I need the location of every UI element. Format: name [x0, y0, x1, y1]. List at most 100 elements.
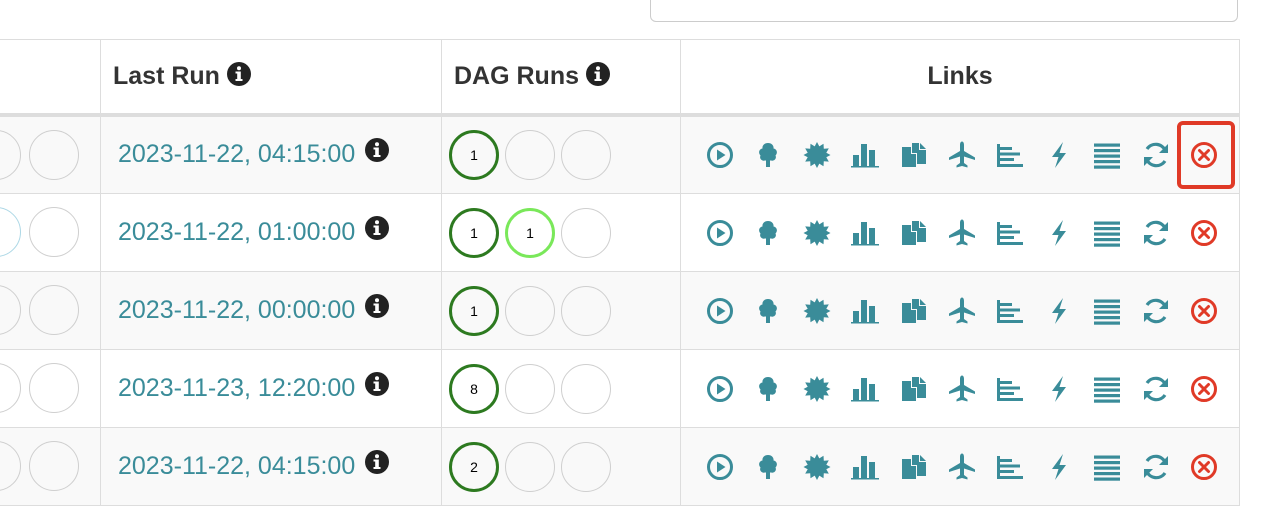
logs-icon[interactable]	[1092, 218, 1122, 248]
task-state-circle[interactable]	[0, 285, 21, 335]
landing-times-icon[interactable]	[947, 374, 977, 404]
delete-icon[interactable]	[1189, 374, 1219, 404]
dag-run-circle-none[interactable]	[561, 129, 611, 180]
gantt-icon[interactable]	[995, 140, 1025, 170]
info-icon[interactable]	[585, 61, 611, 87]
task-tries-icon[interactable]	[899, 218, 929, 248]
code-icon[interactable]	[1044, 374, 1074, 404]
graph-view-icon[interactable]	[802, 218, 832, 248]
logs-icon[interactable]	[1092, 374, 1122, 404]
refresh-icon[interactable]	[1141, 296, 1171, 326]
search-input[interactable]	[650, 0, 1238, 22]
code-icon[interactable]	[1044, 452, 1074, 482]
duration-chart-icon[interactable]	[850, 374, 880, 404]
gantt-icon[interactable]	[995, 218, 1025, 248]
last-run-cell: 2023-11-22, 04:15:00	[100, 114, 442, 194]
task-state-circle[interactable]	[0, 207, 21, 257]
tree-view-icon[interactable]	[753, 296, 783, 326]
task-state-circle[interactable]	[29, 441, 79, 491]
logs-icon[interactable]	[1092, 452, 1122, 482]
gantt-icon[interactable]	[995, 452, 1025, 482]
duration-chart-icon[interactable]	[850, 140, 880, 170]
duration-chart-icon[interactable]	[850, 296, 880, 326]
refresh-icon[interactable]	[1141, 374, 1171, 404]
tree-view-icon[interactable]	[753, 452, 783, 482]
header-dag-runs[interactable]: DAG Runs	[441, 39, 681, 117]
delete-icon[interactable]	[1176, 120, 1235, 189]
info-icon[interactable]	[364, 371, 390, 397]
table-row: 2023-11-23, 12:20:00 8	[0, 349, 1240, 428]
dag-run-circle-success[interactable]: 1	[449, 285, 499, 336]
delete-icon[interactable]	[1189, 452, 1219, 482]
header-dag-runs-label: DAG Runs	[454, 61, 579, 90]
graph-view-icon[interactable]	[802, 452, 832, 482]
dag-run-circle-none[interactable]	[561, 363, 611, 414]
delete-icon[interactable]	[1189, 296, 1219, 326]
dag-run-circle-none[interactable]	[561, 207, 611, 258]
info-icon[interactable]	[364, 449, 390, 475]
landing-times-icon[interactable]	[947, 452, 977, 482]
logs-icon[interactable]	[1092, 140, 1122, 170]
duration-chart-icon[interactable]	[850, 218, 880, 248]
task-state-circle[interactable]	[0, 441, 21, 491]
dag-run-circle-running[interactable]: 1	[505, 207, 555, 258]
last-run-link[interactable]: 2023-11-22, 04:15:00	[118, 452, 355, 480]
info-icon[interactable]	[364, 215, 390, 241]
info-icon[interactable]	[226, 61, 252, 87]
code-icon[interactable]	[1044, 218, 1074, 248]
task-tries-icon[interactable]	[899, 296, 929, 326]
tree-view-icon[interactable]	[753, 374, 783, 404]
code-icon[interactable]	[1044, 296, 1074, 326]
task-state-circle[interactable]	[0, 363, 21, 413]
graph-view-icon[interactable]	[802, 296, 832, 326]
last-run-link[interactable]: 2023-11-22, 04:15:00	[118, 140, 355, 168]
tree-view-icon[interactable]	[753, 140, 783, 170]
gantt-icon[interactable]	[995, 374, 1025, 404]
graph-view-icon[interactable]	[802, 140, 832, 170]
task-state-circle[interactable]	[29, 285, 79, 335]
dag-run-circle-none[interactable]	[561, 285, 611, 336]
last-run-link[interactable]: 2023-11-22, 00:00:00	[118, 296, 355, 324]
trigger-dag-icon[interactable]	[705, 452, 735, 482]
refresh-icon[interactable]	[1141, 452, 1171, 482]
landing-times-icon[interactable]	[947, 296, 977, 326]
delete-icon[interactable]	[1189, 218, 1219, 248]
task-tries-icon[interactable]	[899, 452, 929, 482]
dag-run-circle-none[interactable]	[505, 363, 555, 414]
info-icon[interactable]	[364, 293, 390, 319]
gantt-icon[interactable]	[995, 296, 1025, 326]
dag-run-circle-none[interactable]	[561, 441, 611, 492]
dag-run-circle-none[interactable]	[505, 441, 555, 492]
duration-chart-icon[interactable]	[850, 452, 880, 482]
last-run-link[interactable]: 2023-11-22, 01:00:00	[118, 218, 355, 246]
recent-tasks-cell	[0, 114, 101, 194]
logs-icon[interactable]	[1092, 296, 1122, 326]
info-icon[interactable]	[364, 137, 390, 163]
trigger-dag-icon[interactable]	[705, 218, 735, 248]
dag-run-circle-none[interactable]	[505, 285, 555, 336]
task-state-circle[interactable]	[29, 363, 79, 413]
task-tries-icon[interactable]	[899, 140, 929, 170]
refresh-icon[interactable]	[1141, 140, 1171, 170]
landing-times-icon[interactable]	[947, 140, 977, 170]
task-state-circle[interactable]	[29, 207, 79, 257]
trigger-dag-icon[interactable]	[705, 296, 735, 326]
task-state-circle[interactable]	[29, 129, 79, 180]
dag-run-circle-success[interactable]: 1	[449, 129, 499, 180]
graph-view-icon[interactable]	[802, 374, 832, 404]
tree-view-icon[interactable]	[753, 218, 783, 248]
dag-run-circle-success[interactable]: 1	[449, 207, 499, 258]
dag-runs-cell: 11	[441, 193, 681, 272]
trigger-dag-icon[interactable]	[705, 140, 735, 170]
refresh-icon[interactable]	[1141, 218, 1171, 248]
task-state-circle[interactable]	[0, 129, 21, 180]
task-tries-icon[interactable]	[899, 374, 929, 404]
last-run-link[interactable]: 2023-11-23, 12:20:00	[118, 374, 355, 402]
trigger-dag-icon[interactable]	[705, 374, 735, 404]
landing-times-icon[interactable]	[947, 218, 977, 248]
dag-run-circle-success[interactable]: 2	[449, 441, 499, 492]
code-icon[interactable]	[1044, 140, 1074, 170]
dag-run-circle-success[interactable]: 8	[449, 363, 499, 414]
header-last-run[interactable]: Last Run	[100, 39, 442, 117]
dag-run-circle-none[interactable]	[505, 129, 555, 180]
